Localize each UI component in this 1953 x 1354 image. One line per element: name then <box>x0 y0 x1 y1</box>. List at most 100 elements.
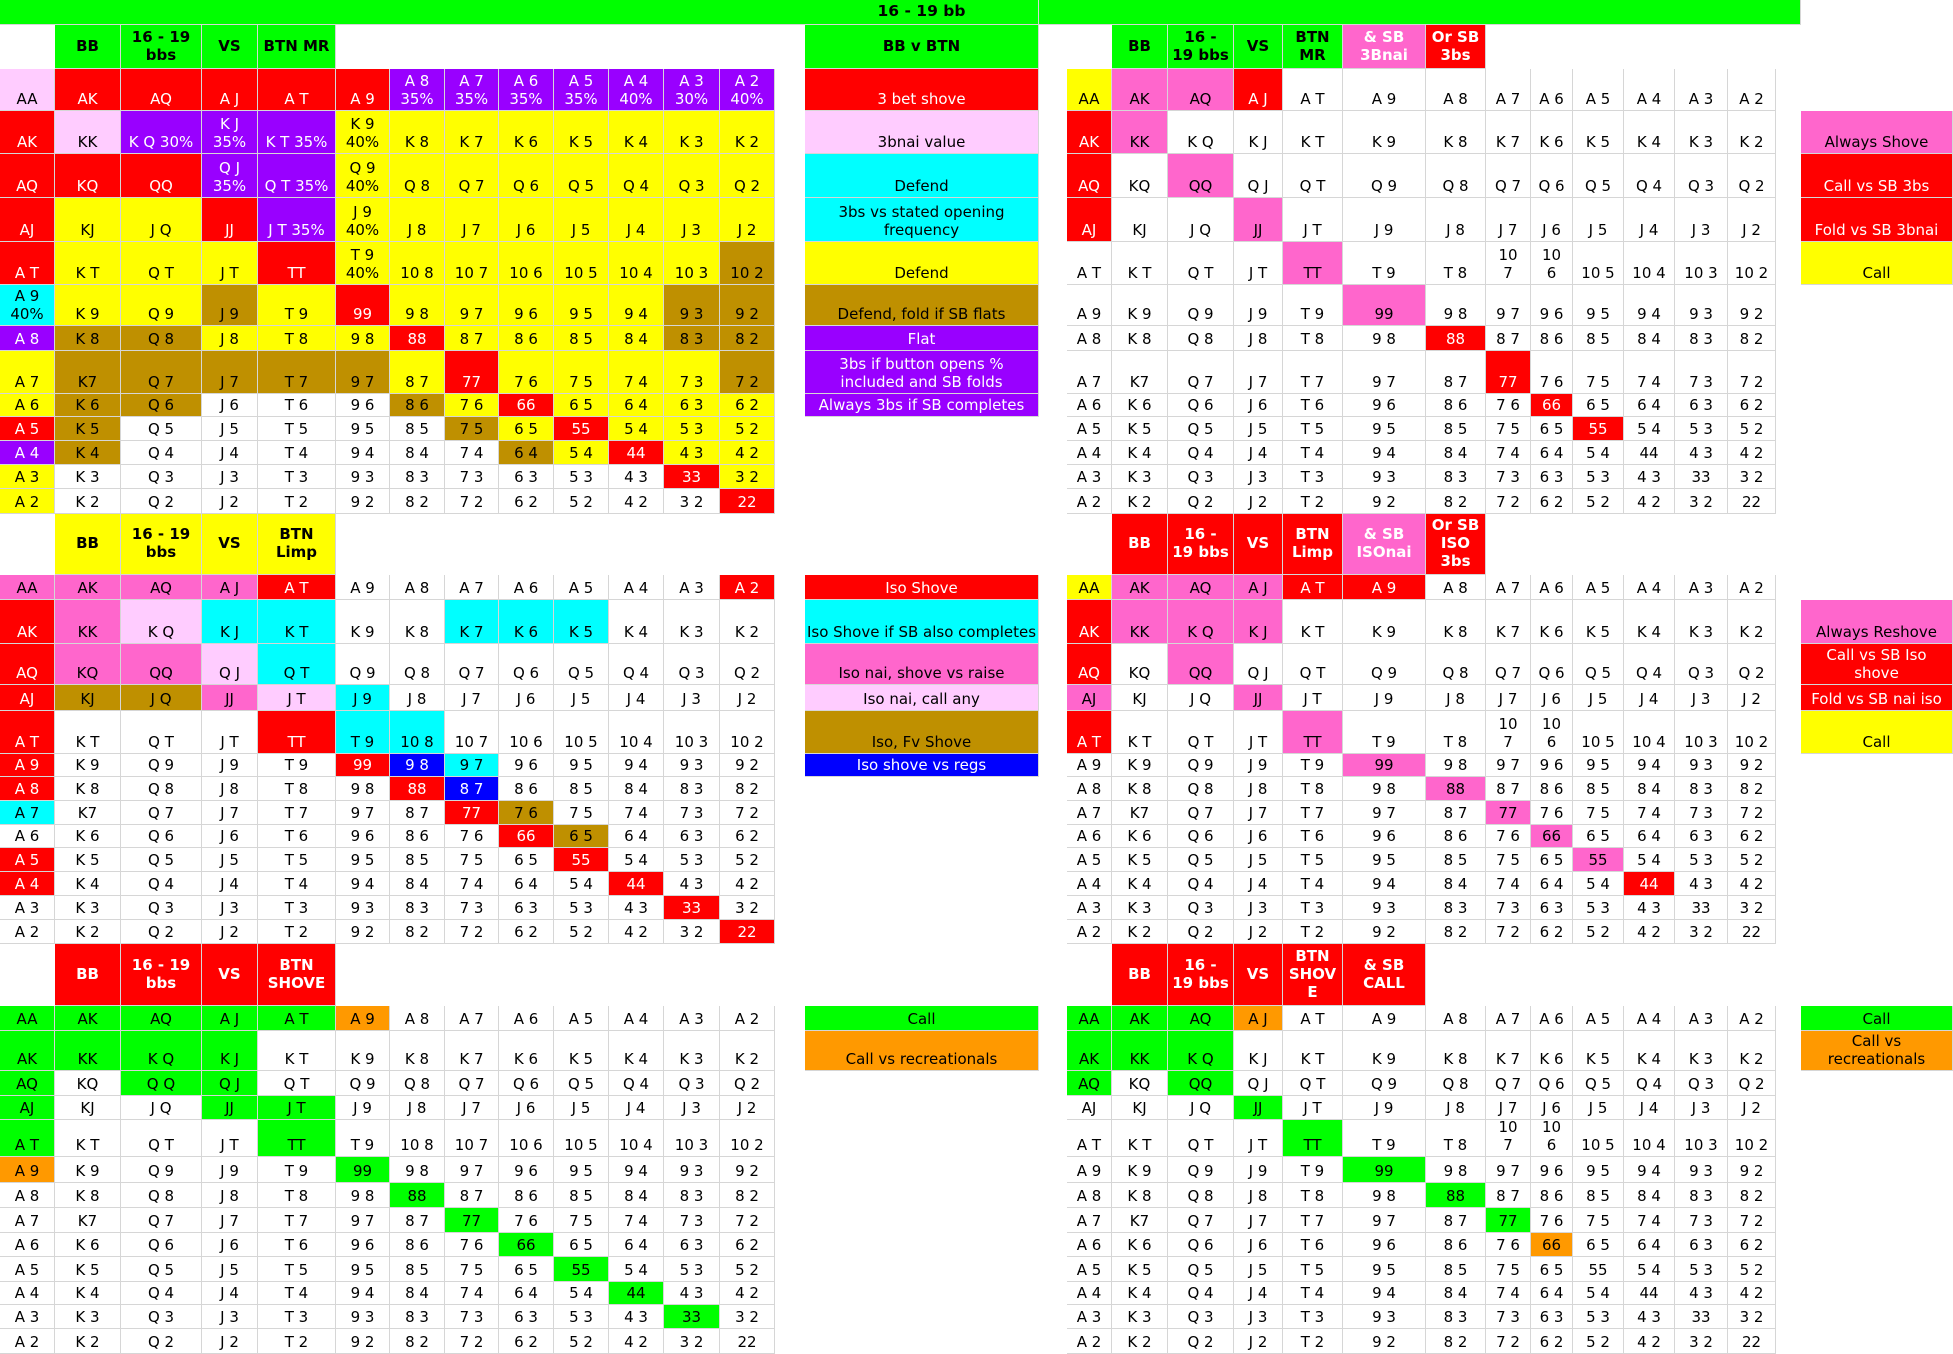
hand-cell: K 2 <box>1728 111 1776 154</box>
hand-cell: 5 3 <box>1675 1257 1728 1282</box>
hand-cell: A 9 <box>1067 1157 1112 1183</box>
hand-cell: 9 2 <box>1728 754 1776 777</box>
hand-cell: K 8 <box>390 600 445 644</box>
hand-cell: 88 <box>390 777 445 801</box>
hand-cell: T 8 <box>1283 777 1343 801</box>
hand-cell: 5 3 <box>554 1305 609 1329</box>
hand-cell: K J 35% <box>202 111 258 154</box>
hand-cell: K 4 <box>55 1282 121 1305</box>
hand-cell: 10 6 <box>499 711 554 754</box>
legend-item: Defend, fold if SB flats <box>805 285 1039 326</box>
hand-cell: 6 5 <box>1531 417 1573 441</box>
hand-cell: K 2 <box>55 489 121 514</box>
hand-cell: J 3 <box>202 465 258 489</box>
hand-cell: 4 2 <box>720 1282 775 1305</box>
hand-cell: 7 3 <box>445 465 499 489</box>
hand-cell: A 5 <box>1067 1257 1112 1282</box>
hand-cell: Q 6 <box>1531 154 1573 198</box>
hand-cell: 4 3 <box>609 465 664 489</box>
hand-cell: K 5 <box>1573 111 1624 154</box>
hand-cell: T 8 <box>258 326 336 351</box>
hand-cell: 7 4 <box>1486 441 1531 465</box>
hand-cell: J 3 <box>202 1305 258 1329</box>
hand-cell: 4 3 <box>664 1282 720 1305</box>
hand-cell: K 7 <box>1486 111 1531 154</box>
hand-cell: 6 3 <box>664 825 720 848</box>
hand-cell: K T <box>1283 111 1343 154</box>
hand-cell: 7 6 <box>499 1208 554 1233</box>
hand-cell: 9 5 <box>1343 1257 1426 1282</box>
hand-cell: A 9 <box>336 69 390 111</box>
hand-cell: KQ <box>1112 644 1168 685</box>
hand-cell: Q 3 <box>1168 465 1234 489</box>
hand-cell: A 7 <box>445 575 499 600</box>
hand-cell: 5 4 <box>1624 1257 1675 1282</box>
hand-cell: K J <box>1234 600 1283 644</box>
hand-cell: 4 3 <box>1624 896 1675 920</box>
hand-cell: J 8 <box>1234 326 1283 351</box>
hand-cell: J 9 <box>336 685 390 711</box>
hand-cell: Q 9 <box>1343 644 1426 685</box>
hand-cell: 3 2 <box>664 489 720 514</box>
hand-cell: 5 4 <box>609 848 664 872</box>
hand-cell: Q 8 <box>1168 777 1234 801</box>
hand-cell: 4 2 <box>1728 441 1776 465</box>
hand-cell: A 3 <box>0 465 55 489</box>
hand-cell: A 2 <box>1067 1329 1112 1354</box>
section-header: VS <box>1234 944 1283 1006</box>
hand-cell: A 6 <box>1531 575 1573 600</box>
hand-cell: A J <box>1234 575 1283 600</box>
hand-cell: K 2 <box>1728 1031 1776 1071</box>
hand-cell: 7 4 <box>1486 872 1531 896</box>
hand-cell: Q 3 <box>1675 644 1728 685</box>
hand-cell: 7 5 <box>445 848 499 872</box>
legend-item: Always 3bs if SB completes <box>805 394 1039 417</box>
hand-cell: A 4 <box>0 1282 55 1305</box>
hand-cell: T 8 <box>258 777 336 801</box>
hand-cell: J 7 <box>202 801 258 825</box>
hand-cell: 6 2 <box>1728 394 1776 417</box>
hand-cell: 10 2 <box>720 711 775 754</box>
hand-cell: J T <box>1234 1120 1283 1157</box>
hand-cell: 6 4 <box>609 394 664 417</box>
hand-cell: Q 6 <box>1168 825 1234 848</box>
hand-cell: T 7 <box>258 801 336 825</box>
hand-cell: K 5 <box>1112 417 1168 441</box>
hand-cell: 7 2 <box>720 1208 775 1233</box>
hand-cell: 9 8 <box>336 326 390 351</box>
hand-cell: 6 4 <box>1624 394 1675 417</box>
hand-cell: 4 2 <box>1624 489 1675 514</box>
hand-cell: J 8 <box>1234 1183 1283 1208</box>
hand-cell: K 7 <box>1486 1031 1531 1071</box>
hand-cell: Q 4 <box>1624 1071 1675 1096</box>
hand-cell: 8 3 <box>390 1305 445 1329</box>
section-header: BTN MR <box>1283 25 1343 69</box>
hand-cell: A 4 <box>0 441 55 465</box>
hand-cell: 8 3 <box>1426 465 1486 489</box>
hand-cell: A 2 <box>1067 920 1112 944</box>
hand-cell: 9 8 <box>390 1157 445 1183</box>
hand-cell: 10 5 <box>1573 711 1624 754</box>
hand-cell: QQ <box>121 154 202 198</box>
section-header: BB <box>1112 514 1168 575</box>
hand-cell: 8 7 <box>1426 801 1486 825</box>
hand-cell: A 6 <box>1531 1006 1573 1031</box>
hand-cell: 9 7 <box>1343 1208 1426 1233</box>
hand-cell: A 5 <box>554 575 609 600</box>
hand-cell: 33 <box>664 465 720 489</box>
hand-cell: J 9 <box>202 754 258 777</box>
hand-cell: 8 5 <box>1573 326 1624 351</box>
hand-cell: 33 <box>1675 1305 1728 1329</box>
hand-cell: K 3 <box>1675 600 1728 644</box>
hand-cell: K 3 <box>1675 1031 1728 1071</box>
hand-cell: A J <box>202 575 258 600</box>
hand-cell: 5 2 <box>720 417 775 441</box>
hand-cell: J 4 <box>202 872 258 896</box>
hand-cell: J 9 <box>202 285 258 326</box>
hand-cell: 88 <box>1426 1183 1486 1208</box>
hand-cell: T 5 <box>258 848 336 872</box>
legend-item: Defend <box>805 154 1039 198</box>
hand-cell: T 6 <box>258 1233 336 1257</box>
hand-cell: 5 3 <box>1573 1305 1624 1329</box>
hand-cell: 5 3 <box>664 417 720 441</box>
